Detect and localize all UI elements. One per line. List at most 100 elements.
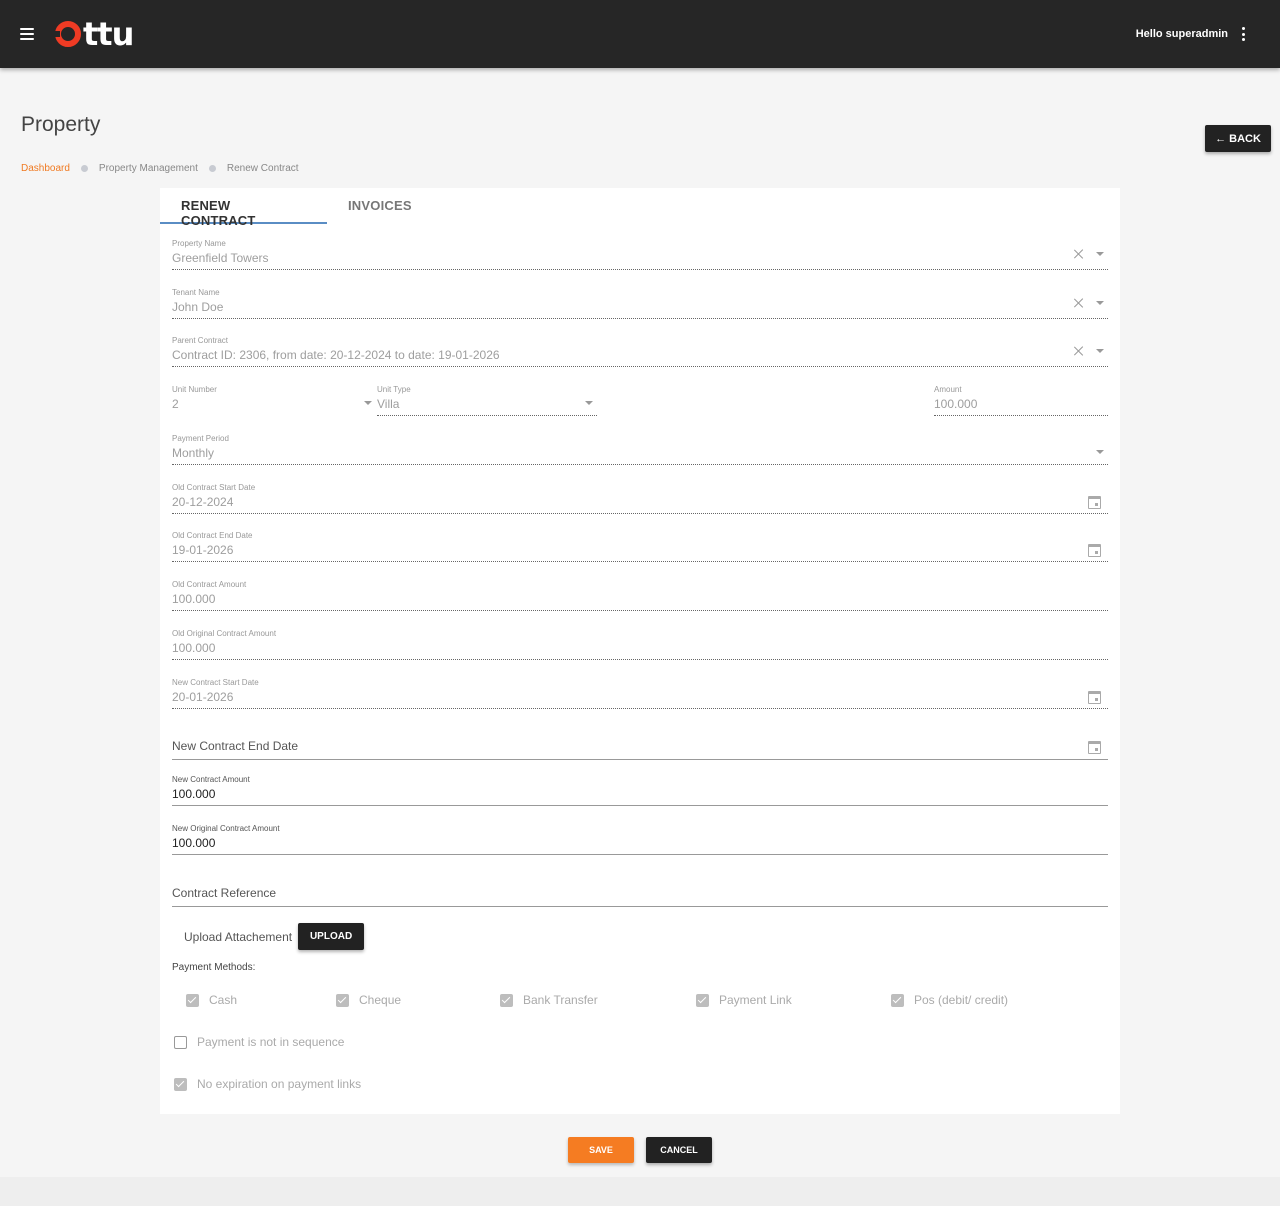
- new-amount-value: 100.000: [172, 787, 216, 801]
- new-contract-end-date-field[interactable]: New Contract End Date: [172, 739, 1108, 760]
- payment-method-bank-transfer[interactable]: Bank Transfer: [500, 993, 598, 1007]
- field-underline: [172, 267, 1108, 270]
- amount-value: 100.000: [934, 397, 978, 411]
- calendar-icon[interactable]: [1088, 544, 1101, 557]
- clear-icon[interactable]: [1074, 298, 1084, 308]
- tab-renew-contract[interactable]: RENEW CONTRACT: [160, 188, 327, 228]
- new-original-contract-amount-field[interactable]: New Original Contract Amount 100.000: [172, 824, 1108, 855]
- new-end-date-placeholder: New Contract End Date: [172, 739, 299, 753]
- payment-method-cheque[interactable]: Cheque: [336, 993, 401, 1007]
- option-label: Payment is not in sequence: [197, 1035, 345, 1049]
- field-underline: [172, 852, 1108, 855]
- calendar-icon[interactable]: [1088, 496, 1101, 509]
- parent-contract-select[interactable]: Parent Contract Contract ID: 2306, from …: [172, 336, 1108, 367]
- amount-label: Amount: [934, 385, 962, 394]
- breadcrumb-dashboard[interactable]: Dashboard: [21, 163, 70, 174]
- breadcrumb-separator: [208, 165, 216, 172]
- checkbox-unchecked-icon[interactable]: [174, 1035, 187, 1049]
- unit-type-select[interactable]: Unit Type Villa: [377, 385, 597, 416]
- field-underline: [172, 657, 1108, 660]
- no-expiration-option[interactable]: No expiration on payment links: [174, 1077, 361, 1091]
- payment-method-label: Bank Transfer: [523, 993, 598, 1007]
- chevron-down-icon[interactable]: [1096, 450, 1104, 454]
- old-end-date-value: 19-01-2026: [172, 543, 234, 557]
- checkbox-checked-icon[interactable]: [500, 993, 513, 1007]
- field-underline: [172, 462, 1108, 465]
- clear-icon[interactable]: [1074, 346, 1084, 356]
- logo-ring-icon: [54, 21, 81, 47]
- new-contract-start-date-field[interactable]: New Contract Start Date 20-01-2026: [172, 678, 1108, 709]
- new-amount-label: New Contract Amount: [172, 775, 250, 784]
- new-contract-amount-field[interactable]: New Contract Amount 100.000: [172, 775, 1108, 806]
- payment-method-label: Cash: [209, 993, 238, 1007]
- old-start-date-label: Old Contract Start Date: [172, 483, 256, 492]
- field-underline: [377, 413, 597, 416]
- save-button[interactable]: SAVE: [568, 1137, 634, 1163]
- tenant-name-value: John Doe: [172, 300, 224, 314]
- clear-icon[interactable]: [1074, 249, 1084, 259]
- top-app-bar: ttu Hello superadmin: [0, 0, 1280, 68]
- payment-method-cash[interactable]: Cash: [186, 993, 237, 1007]
- amount-field[interactable]: Amount 100.000: [934, 385, 1108, 416]
- old-contract-start-date-field[interactable]: Old Contract Start Date 20-12-2024: [172, 483, 1108, 514]
- parent-contract-value: Contract ID: 2306, from date: 20-12-2024…: [172, 348, 500, 362]
- logo-text: ttu: [83, 15, 134, 53]
- chevron-down-icon[interactable]: [1096, 252, 1104, 256]
- contract-reference-placeholder: Contract Reference: [172, 886, 277, 900]
- payment-method-payment-link[interactable]: Payment Link: [696, 993, 792, 1007]
- cancel-button[interactable]: CANCEL: [646, 1137, 712, 1163]
- tenant-name-select[interactable]: Tenant Name John Doe: [172, 288, 1108, 319]
- user-greeting: Hello superadmin: [1135, 28, 1228, 40]
- calendar-icon[interactable]: [1088, 741, 1101, 754]
- unit-number-select[interactable]: Unit Number 2: [172, 385, 372, 413]
- payment-method-pos[interactable]: Pos (debit/ credit): [891, 993, 1008, 1007]
- field-underline: [172, 901, 1108, 907]
- old-contract-end-date-field[interactable]: Old Contract End Date 19-01-2026: [172, 531, 1108, 562]
- payment-not-in-sequence-option[interactable]: Payment is not in sequence: [174, 1035, 344, 1049]
- calendar-icon[interactable]: [1088, 691, 1101, 704]
- new-original-amount-value: 100.000: [172, 836, 216, 850]
- breadcrumb-property-management[interactable]: Property Management: [99, 163, 198, 174]
- old-amount-value: 100.000: [172, 592, 216, 606]
- payment-methods-title: Payment Methods:: [172, 962, 256, 973]
- field-underline: [172, 511, 1108, 514]
- payment-method-label: Pos (debit/ credit): [914, 993, 1009, 1007]
- checkbox-checked-icon[interactable]: [891, 993, 904, 1007]
- contract-reference-field[interactable]: Contract Reference: [172, 886, 1108, 907]
- field-underline: [172, 608, 1108, 611]
- payment-method-label: Cheque: [359, 993, 402, 1007]
- old-start-date-value: 20-12-2024: [172, 495, 234, 509]
- old-end-date-label: Old Contract End Date: [172, 531, 253, 540]
- old-contract-amount-field[interactable]: Old Contract Amount 100.000: [172, 580, 1108, 611]
- page-title: Property: [21, 113, 101, 136]
- hamburger-menu-icon[interactable]: [20, 28, 34, 40]
- payment-period-label: Payment Period: [172, 434, 229, 443]
- payment-period-select[interactable]: Payment Period Monthly: [172, 434, 1108, 465]
- chevron-down-icon[interactable]: [1096, 349, 1104, 353]
- footer: [0, 1177, 1280, 1206]
- tab-invoices[interactable]: INVOICES: [327, 188, 432, 224]
- field-underline: [172, 316, 1108, 319]
- field-underline: [172, 754, 1108, 760]
- checkbox-checked-icon[interactable]: [696, 993, 709, 1007]
- checkbox-checked-icon[interactable]: [336, 993, 349, 1007]
- old-original-contract-amount-field[interactable]: Old Original Contract Amount 100.000: [172, 629, 1108, 660]
- property-name-value: Greenfield Towers: [172, 251, 269, 265]
- breadcrumb: Dashboard Property Management Renew Cont…: [21, 163, 299, 174]
- field-underline: [934, 413, 1108, 416]
- upload-attachment-label: Upload Attachement: [184, 929, 293, 944]
- property-name-select[interactable]: Property Name Greenfield Towers: [172, 239, 1108, 270]
- upload-row: Upload Attachement UPLOAD: [184, 923, 365, 950]
- more-options-icon[interactable]: [1242, 27, 1246, 41]
- option-label: No expiration on payment links: [197, 1077, 362, 1091]
- upload-button[interactable]: UPLOAD: [298, 923, 365, 950]
- ottu-logo[interactable]: ttu: [54, 15, 134, 53]
- chevron-down-icon[interactable]: [364, 401, 372, 405]
- unit-type-label: Unit Type: [377, 385, 411, 394]
- checkbox-checked-icon[interactable]: [186, 993, 199, 1007]
- chevron-down-icon[interactable]: [585, 401, 593, 405]
- checkbox-checked-icon[interactable]: [174, 1077, 187, 1091]
- back-button[interactable]: ← BACK: [1205, 125, 1271, 152]
- chevron-down-icon[interactable]: [1096, 301, 1104, 305]
- old-amount-label: Old Contract Amount: [172, 580, 247, 589]
